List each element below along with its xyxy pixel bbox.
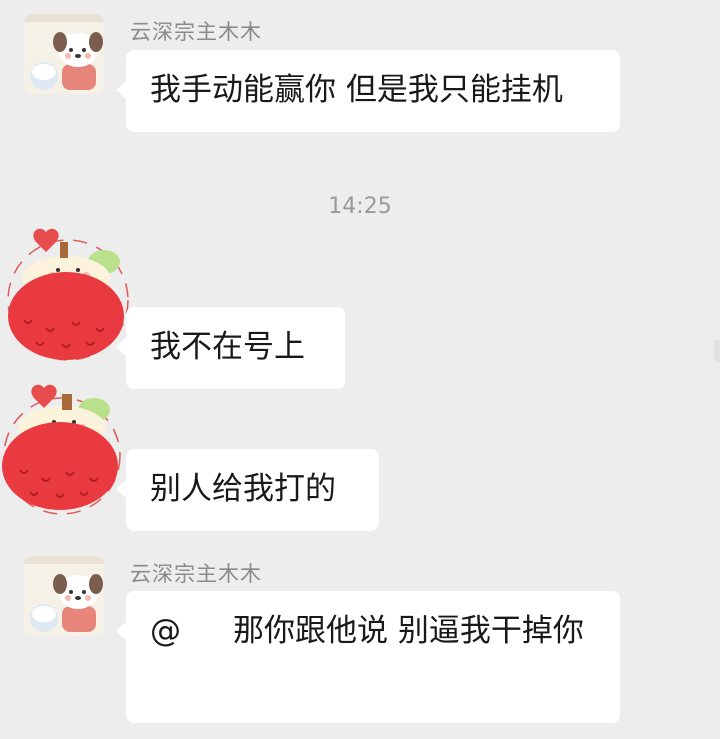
scroll-edge-indicator (714, 340, 720, 362)
message-bubble[interactable]: 我不在号上 (116, 307, 345, 389)
mention-symbol[interactable]: @ (150, 613, 181, 649)
message-text: 我手动能赢你 但是我只能挂机 (150, 72, 563, 108)
dog-avatar-icon (24, 556, 104, 636)
message-text: 我不在号上 (150, 329, 305, 365)
message-bubble[interactable]: 我手动能赢你 但是我只能挂机 (116, 50, 620, 132)
message-text: 别人给我打的 (150, 471, 336, 507)
self-avatar[interactable] (0, 384, 140, 524)
message-text: 那你跟他说 别逼我干掉你 (233, 613, 584, 649)
contact-avatar[interactable] (24, 556, 104, 636)
message-bubble[interactable]: 别人给我打的 (116, 449, 379, 531)
sender-name: 云深宗主木木 (130, 562, 262, 586)
timestamp: 14:25 (328, 194, 392, 219)
apple-sticker-avatar-icon (2, 384, 121, 515)
dog-avatar-icon (24, 14, 104, 94)
message-bubble[interactable]: @ 那你跟他说 别逼我干掉你 (116, 591, 620, 723)
contact-avatar[interactable] (24, 14, 104, 94)
sender-name: 云深宗主木木 (130, 20, 262, 44)
